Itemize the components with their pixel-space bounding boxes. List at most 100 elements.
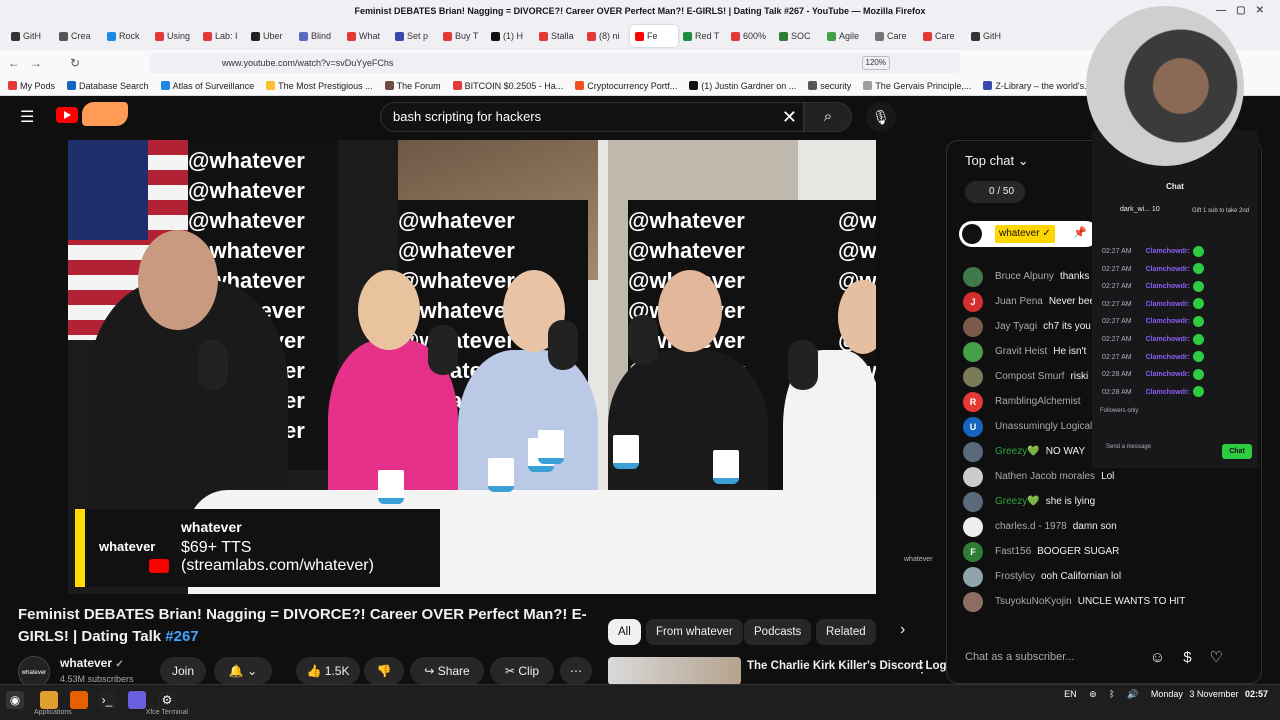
chat-author[interactable]: Jay Tyagi — [995, 321, 1037, 333]
bookmark-item[interactable]: Z-Library – the world's... — [983, 81, 1092, 91]
filter-chip-podcasts[interactable]: Podcasts — [744, 619, 812, 645]
chat-author[interactable]: RamblingAlchemist — [995, 396, 1081, 408]
terminal-icon[interactable]: ›_ — [98, 691, 116, 709]
browser-tab[interactable]: Agile — [822, 25, 870, 47]
recommended-thumbnail[interactable] — [608, 657, 741, 685]
bookmark-item[interactable]: Database Search — [67, 81, 149, 91]
browser-tab[interactable]: Crea — [54, 25, 102, 47]
browser-tab[interactable]: (8) ni — [582, 25, 630, 47]
browser-tab[interactable]: Using — [150, 25, 198, 47]
like-button[interactable]: 👍 1.5K — [296, 657, 360, 685]
recommended-video[interactable]: The Charlie Kirk Killer's Discord Logs ⋮ — [608, 657, 953, 685]
chat-author[interactable]: Compost Smurf — [995, 371, 1064, 383]
chat-author[interactable]: TsuyokuNoKyojin — [995, 596, 1072, 608]
twitch-username[interactable]: Clamchowdr: — [1146, 266, 1190, 273]
reload-icon[interactable]: ↻ — [70, 56, 80, 70]
more-vert-icon[interactable]: ⋮ — [915, 659, 929, 676]
address-bar[interactable]: www.youtube.com/watch?v=svDuYyeFChs 120% — [150, 53, 960, 73]
share-button[interactable]: ↪ Share — [410, 657, 484, 685]
firefox-icon[interactable] — [70, 691, 88, 709]
twitch-username[interactable]: Clamchowdr: — [1146, 283, 1190, 290]
chat-author[interactable]: Unassumingly Logical — [995, 421, 1092, 433]
browser-tab[interactable]: (1) H — [486, 25, 534, 47]
emoji-icon[interactable]: ☺ — [1150, 649, 1183, 666]
chat-author[interactable]: Greezy💚 — [995, 446, 1040, 458]
forward-icon[interactable]: → — [30, 56, 42, 70]
channel-name[interactable]: whatever ✓ — [60, 656, 124, 670]
network-icon[interactable]: ⊚ — [1089, 689, 1097, 699]
browser-tab[interactable]: What — [342, 25, 390, 47]
dislike-button[interactable]: 👎 — [364, 657, 404, 685]
twitch-send-input[interactable]: Send a message — [1106, 444, 1151, 450]
browser-tab[interactable]: Stalla — [534, 25, 582, 47]
settings-icon[interactable]: ⚙ — [158, 691, 176, 709]
search-button[interactable]: ⌕ — [804, 102, 852, 132]
twitch-username[interactable]: Clamchowdr: — [1146, 301, 1190, 308]
bookmark-item[interactable]: The Forum — [384, 81, 441, 91]
app-menu-icon[interactable]: ◉ — [6, 691, 24, 709]
bookmark-item[interactable]: security — [808, 81, 851, 91]
bookmark-item[interactable]: The Gervais Principle,... — [863, 81, 971, 91]
filter-chip-from-channel[interactable]: From whatever — [646, 619, 743, 645]
chat-author[interactable]: Juan Pena — [995, 296, 1043, 308]
bluetooth-icon[interactable]: ᛒ — [1109, 689, 1114, 699]
back-icon[interactable]: ← — [8, 56, 20, 70]
folder-icon[interactable] — [40, 691, 58, 709]
twitch-username[interactable]: Clamchowdr: — [1146, 389, 1190, 396]
bookmark-item[interactable]: Cryptocurrency Portf... — [575, 81, 677, 91]
join-button[interactable]: Join — [160, 657, 206, 685]
chat-message[interactable]: charles.d - 1978 damn son — [947, 515, 1261, 540]
zoom-level[interactable]: 120% — [861, 56, 890, 70]
browser-tab[interactable]: Fe — [630, 25, 678, 47]
chat-message[interactable]: F Fast156 BOOGER SUGAR — [947, 540, 1261, 565]
chat-input[interactable]: Chat as a subscriber... — [965, 651, 1145, 663]
chat-author[interactable]: Frostylcy — [995, 571, 1035, 583]
twitch-username[interactable]: Clamchowdr: — [1146, 318, 1190, 325]
chat-author[interactable]: Gravit Heist — [995, 346, 1047, 358]
heart-icon[interactable]: ♡ — [1210, 649, 1241, 666]
voice-search-button[interactable]: 🎙 — [866, 102, 896, 132]
bookmark-item[interactable]: My Pods — [8, 81, 55, 91]
browser-tab[interactable]: Uber — [246, 25, 294, 47]
super-chat-icon[interactable]: $ — [1183, 649, 1209, 666]
twitch-username[interactable]: Clamchowdr: — [1146, 354, 1190, 361]
browser-tab[interactable]: Rock — [102, 25, 150, 47]
youtube-logo-icon[interactable] — [56, 107, 78, 123]
bookmark-item[interactable]: Atlas of Surveillance — [160, 81, 254, 91]
volume-icon[interactable]: 🔊 — [1127, 689, 1138, 699]
browser-tab[interactable]: Buy T — [438, 25, 486, 47]
chat-author[interactable]: Greezy💚 — [995, 496, 1040, 508]
browser-tab[interactable]: Care — [918, 25, 966, 47]
bookmark-item[interactable]: The Most Prestigious ... — [266, 81, 373, 91]
browser-tab[interactable]: SOC — [774, 25, 822, 47]
twitch-username[interactable]: Clamchowdr: — [1146, 371, 1190, 378]
search-input[interactable]: bash scripting for hackers ✕ — [380, 102, 804, 132]
chat-author[interactable]: charles.d - 1978 — [995, 521, 1067, 533]
browser-tab[interactable]: GitH — [6, 25, 54, 47]
browser-tab[interactable]: 600% — [726, 25, 774, 47]
filter-chip-related[interactable]: Related — [816, 619, 876, 645]
notifications-button[interactable]: 🔔 ⌄ — [214, 657, 272, 685]
browser-tab[interactable]: Red T — [678, 25, 726, 47]
browser-tab[interactable]: Set p — [390, 25, 438, 47]
bookmark-item[interactable]: (1) Justin Gardner on ... — [689, 81, 796, 91]
chat-message[interactable]: TsuyokuNoKyojin UNCLE WANTS TO HIT — [947, 590, 1261, 615]
twitch-chat-button[interactable]: Chat — [1222, 444, 1252, 459]
chat-author[interactable]: Nathen Jacob morales — [995, 471, 1095, 483]
menu-icon[interactable]: ☰ — [20, 110, 36, 126]
clear-search-icon[interactable]: ✕ — [782, 103, 797, 131]
chat-message[interactable]: Nathen Jacob morales Lol — [947, 465, 1261, 490]
chevron-right-icon[interactable]: › — [900, 621, 905, 639]
app-icon[interactable] — [128, 691, 146, 709]
bookmark-item[interactable]: BITCOIN $0.2505 - Ha... — [452, 81, 563, 91]
chat-author[interactable]: Bruce Alpuny — [995, 271, 1054, 283]
browser-tab[interactable]: GitH — [966, 25, 1014, 47]
more-actions-button[interactable]: ⋯ — [560, 657, 592, 685]
browser-tab[interactable]: Care — [870, 25, 918, 47]
youtube-doodle-icon[interactable] — [82, 102, 128, 126]
chat-mode-dropdown[interactable]: Top chat ⌄ — [965, 153, 1029, 169]
keyboard-layout[interactable]: EN — [1064, 689, 1077, 699]
pinned-message[interactable]: whatever ✓ 📌 — [959, 221, 1099, 247]
window-controls[interactable]: —▢✕ — [1216, 0, 1274, 22]
chat-message[interactable]: Greezy💚 she is lying — [947, 490, 1261, 515]
